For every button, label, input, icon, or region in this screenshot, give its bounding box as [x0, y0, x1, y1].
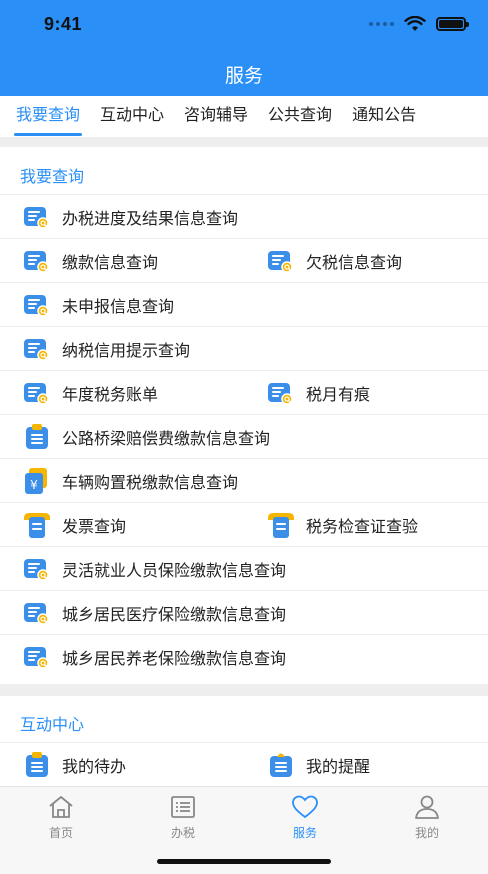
status-icons: [369, 16, 469, 32]
list-search-icon: [22, 334, 52, 364]
section-header-row: [0, 150, 488, 195]
page-title: 服务: [224, 65, 263, 87]
clipboard-icon: [22, 750, 52, 780]
status-time: 9:41: [44, 14, 83, 34]
query-item-invoice[interactable]: 发票查询: [22, 503, 126, 547]
query-item-tax-arrears[interactable]: 欠税信息查询: [266, 239, 402, 283]
query-item-flexible-employment-insurance[interactable]: 灵活就业人员保险缴款信息查询: [22, 547, 286, 591]
list-row: 未申报信息查询: [0, 283, 488, 327]
header-bar: 9:41 服务: [0, 0, 488, 96]
tab-my-query[interactable]: 我要查询: [8, 96, 88, 136]
list-search-icon: [22, 246, 52, 276]
query-item-undeclared[interactable]: 未申报信息查询: [22, 283, 174, 327]
tab-public-query[interactable]: 公共查询: [260, 96, 340, 136]
interaction-item-my-todo[interactable]: 我的待办: [22, 743, 126, 787]
clipboard-icon: [22, 422, 52, 452]
tab-bar: 我要查询 互动中心 咨询辅导 公共查询 通知公告: [0, 96, 488, 136]
list-search-icon: [266, 378, 296, 408]
person-icon: [415, 795, 439, 819]
list-row: 年度税务账单 税月有痕: [0, 371, 488, 415]
list-search-icon: [22, 290, 52, 320]
list-row: 灵活就业人员保险缴款信息查询: [0, 547, 488, 591]
list-search-icon: [266, 246, 296, 276]
section-divider: [0, 684, 488, 696]
list-row: 车辆购置税缴款信息查询: [0, 459, 488, 503]
nav-mine[interactable]: 我的: [397, 793, 457, 841]
tab-interaction-center[interactable]: 互动中心: [92, 96, 172, 136]
tab-notice[interactable]: 通知公告: [344, 96, 424, 136]
list-row: 我的待办 我的提醒: [0, 743, 488, 787]
nav-service[interactable]: 服务: [275, 793, 335, 841]
query-item-tax-traces[interactable]: 税月有痕: [266, 371, 370, 415]
home-indicator[interactable]: [157, 859, 331, 864]
list-search-icon: [22, 554, 52, 584]
tab-consult-guidance[interactable]: 咨询辅导: [176, 96, 256, 136]
invoice-icon: [266, 510, 296, 540]
signal-dots-icon: [369, 22, 394, 26]
list-row: 城乡居民养老保险缴款信息查询: [0, 635, 488, 679]
list-row: 缴款信息查询 欠税信息查询: [0, 239, 488, 283]
list-icon: [171, 796, 195, 818]
query-item-annual-bill[interactable]: 年度税务账单: [22, 371, 158, 415]
query-item-pension-insurance[interactable]: 城乡居民养老保险缴款信息查询: [22, 635, 286, 679]
list-search-icon: [22, 378, 52, 408]
query-item-tax-progress[interactable]: 办税进度及结果信息查询: [22, 195, 238, 239]
heart-icon: [292, 795, 318, 819]
section-header-row: [0, 698, 488, 743]
nav-home[interactable]: 首页: [31, 793, 91, 841]
query-item-payment-info[interactable]: 缴款信息查询: [22, 239, 158, 283]
wifi-icon: [404, 16, 426, 31]
interaction-item-my-reminder[interactable]: 我的提醒: [266, 743, 370, 787]
list-search-icon: [22, 202, 52, 232]
clipboard-bell-icon: [266, 750, 296, 780]
query-item-road-bridge-fee[interactable]: 公路桥梁赔偿费缴款信息查询: [22, 415, 270, 459]
list-search-icon: [22, 642, 52, 672]
query-item-credit-hint[interactable]: 纳税信用提示查询: [22, 327, 190, 371]
home-icon: [49, 796, 73, 818]
battery-icon: [436, 17, 469, 31]
invoice-icon: [22, 510, 52, 540]
nav-tax[interactable]: 办税: [153, 793, 213, 841]
list-row: 办税进度及结果信息查询: [0, 195, 488, 239]
query-item-inspection-cert[interactable]: 税务检查证查验: [266, 503, 418, 547]
yuan-receipt-icon: [22, 466, 52, 496]
list-row: 纳税信用提示查询: [0, 327, 488, 371]
list-row: 发票查询 税务检查证查验: [0, 503, 488, 547]
section-divider: [0, 137, 488, 147]
list-row: 城乡居民医疗保险缴款信息查询: [0, 591, 488, 635]
query-item-medical-insurance[interactable]: 城乡居民医疗保险缴款信息查询: [22, 591, 286, 635]
list-search-icon: [22, 598, 52, 628]
list-row: 公路桥梁赔偿费缴款信息查询: [0, 415, 488, 459]
query-item-vehicle-tax[interactable]: 车辆购置税缴款信息查询: [22, 459, 238, 503]
